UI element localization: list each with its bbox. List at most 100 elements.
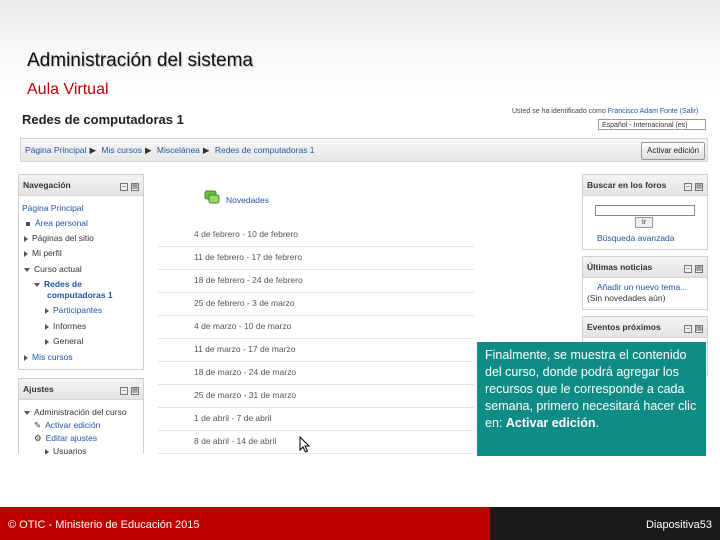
dock-icon[interactable]: ▤ — [131, 387, 139, 395]
minimize-icon[interactable]: – — [120, 183, 128, 191]
breadcrumb: Página Principal ▶ Mis cursos ▶ Miscelánea… — [25, 145, 315, 156]
minimize-icon[interactable]: – — [684, 183, 692, 191]
news-forum-link[interactable]: Novedades — [226, 195, 269, 205]
settings-edit-settings[interactable]: Editar ajustes — [46, 433, 98, 443]
language-select[interactable]: Español - Internacional (es) — [598, 119, 706, 130]
breadcrumb-sep-icon: ▶ — [202, 145, 210, 155]
callout-end: . — [595, 416, 599, 430]
footer-left-bar: © OTIC - Ministerio de Educación 2015 — [0, 507, 490, 540]
no-news-text: (Sin novedades aún) — [587, 293, 666, 303]
week-title: 11 de marzo - 17 de marzo — [194, 344, 296, 354]
nav-profile[interactable]: Mi perfil — [32, 248, 62, 258]
week-title: 8 de abril - 14 de abril — [194, 436, 277, 446]
breadcrumb-sep-icon: ▶ — [144, 145, 152, 155]
slide-number-value: 53 — [699, 519, 712, 531]
week-section: 8 de abril - 14 de abril — [158, 431, 474, 454]
week-title: 18 de marzo - 24 de marzo — [194, 367, 297, 377]
expand-icon[interactable] — [45, 338, 49, 345]
nav-site-pages[interactable]: Páginas del sitio — [32, 233, 94, 243]
week-title: 25 de marzo - 31 de marzo — [194, 390, 297, 400]
nav-current-course[interactable]: Curso actual — [34, 264, 82, 274]
nav-general[interactable]: General — [53, 336, 83, 346]
gear-icon: ⚙ — [34, 433, 42, 443]
slide-subtitle: Aula Virtual — [27, 81, 109, 98]
minimize-icon[interactable]: – — [684, 325, 692, 333]
expand-icon[interactable] — [45, 307, 49, 314]
week-section: 4 de marzo - 10 de marzo — [158, 316, 474, 339]
week-title: 25 de febrero - 3 de marzo — [194, 298, 295, 308]
expand-icon[interactable] — [45, 448, 49, 454]
add-topic-link[interactable]: Añadir un nuevo tema... — [597, 282, 687, 292]
search-forums-title: Buscar en los foros — [587, 180, 667, 190]
navigation-block-header: Navegación – ▤ — [19, 175, 143, 196]
latest-news-header: Últimas noticias – ▤ — [583, 257, 707, 278]
nav-course-name-line2[interactable]: computadoras 1 — [47, 290, 113, 300]
minimize-icon[interactable]: – — [684, 265, 692, 273]
bullet-icon — [26, 221, 30, 226]
navigation-block: Navegación – ▤ Página Principal Área pers… — [18, 174, 144, 370]
breadcrumb-home[interactable]: Página Principal — [25, 145, 86, 155]
settings-users[interactable]: Usuarios — [53, 446, 87, 454]
activar-edicion-button[interactable]: Activar edición — [641, 142, 706, 160]
week-title: 4 de febrero - 10 de febrero — [194, 229, 298, 239]
expand-icon[interactable] — [24, 235, 28, 242]
week-section: 11 de marzo - 17 de marzo — [158, 339, 474, 362]
collapse-icon[interactable] — [24, 267, 30, 272]
dock-icon[interactable]: ▤ — [695, 183, 703, 191]
week-section: 18 de marzo - 24 de marzo — [158, 362, 474, 385]
nav-personal-area[interactable]: Área personal — [35, 218, 88, 228]
expand-icon[interactable] — [45, 323, 49, 330]
settings-block: Ajustes – ▤ Administración del curso ✎ Act… — [18, 378, 144, 454]
mouse-cursor-icon — [299, 436, 311, 453]
dock-icon[interactable]: ▤ — [695, 325, 703, 333]
nav-participants[interactable]: Participantes — [53, 305, 102, 315]
week-section: 25 de febrero - 3 de marzo — [158, 293, 474, 316]
nav-home[interactable]: Página Principal — [22, 203, 83, 213]
forum-search-input[interactable] — [595, 205, 695, 216]
forum-search-button[interactable]: Ir — [635, 217, 653, 228]
settings-enable-editing[interactable]: Activar edición — [45, 420, 100, 430]
week-title: 11 de febrero - 17 de febrero — [194, 252, 303, 262]
search-forums-block: Buscar en los foros – ▤ Ir Búsqueda avanz… — [582, 174, 708, 250]
pencil-icon: ✎ — [34, 420, 42, 430]
nav-reports[interactable]: Informes — [53, 321, 86, 331]
settings-block-title: Ajustes — [23, 384, 54, 394]
minimize-icon[interactable]: – — [120, 387, 128, 395]
forum-icon — [204, 190, 220, 204]
breadcrumb-category[interactable]: Miscelánea — [157, 145, 200, 155]
week-section: 1 de abril - 7 de abril — [158, 408, 474, 431]
advanced-search-link[interactable]: Búsqueda avanzada — [597, 233, 675, 243]
expand-icon[interactable] — [24, 354, 28, 361]
instruction-callout: Finalmente, se muestra el contenido del … — [477, 342, 706, 456]
slide-number-label: Diapositiva — [645, 519, 700, 531]
week-section: 25 de marzo - 31 de marzo — [158, 385, 474, 408]
settings-block-header: Ajustes – ▤ — [19, 379, 143, 400]
dock-icon[interactable]: ▤ — [695, 265, 703, 273]
breadcrumb-my-courses[interactable]: Mis cursos — [101, 145, 142, 155]
dock-icon[interactable]: ▤ — [131, 183, 139, 191]
breadcrumb-course[interactable]: Redes de computadoras 1 — [215, 145, 315, 155]
footer-right-bar: Diapositiva53 — [490, 507, 720, 540]
upcoming-events-header: Eventos próximos – ▤ — [583, 317, 707, 338]
nav-course-name-line1[interactable]: Redes de — [44, 279, 82, 289]
settings-admin-course[interactable]: Administración del curso — [34, 407, 127, 417]
week-title: 18 de febrero - 24 de febrero — [194, 275, 303, 285]
collapse-icon[interactable] — [34, 282, 40, 287]
nav-my-courses[interactable]: Mis cursos — [32, 352, 73, 362]
login-info: Usted se ha identificado como Francisco … — [512, 108, 698, 115]
week-section: 11 de febrero - 17 de febrero — [158, 247, 474, 270]
navbar: Página Principal ▶ Mis cursos ▶ Miscelánea… — [20, 138, 708, 162]
footer-copyright: © OTIC - Ministerio de Educación 2015 — [8, 519, 200, 531]
collapse-icon[interactable] — [24, 410, 30, 415]
login-user-link[interactable]: Francisco Adam Fonte — [608, 108, 678, 115]
slide-number: Diapositiva53 — [646, 519, 712, 531]
latest-news-block: Últimas noticias – ▤ Añadir un nuevo tema… — [582, 256, 708, 310]
expand-icon[interactable] — [24, 250, 28, 257]
logout-link[interactable]: (Salir) — [680, 108, 699, 115]
upcoming-events-title: Eventos próximos — [587, 322, 661, 332]
login-prefix: Usted se ha identificado como — [512, 108, 606, 115]
latest-news-title: Últimas noticias — [587, 262, 653, 272]
week-section: 18 de febrero - 24 de febrero — [158, 270, 474, 293]
slide-title: Administración del sistema — [27, 50, 253, 71]
week-section: 4 de febrero - 10 de febrero — [158, 224, 474, 247]
